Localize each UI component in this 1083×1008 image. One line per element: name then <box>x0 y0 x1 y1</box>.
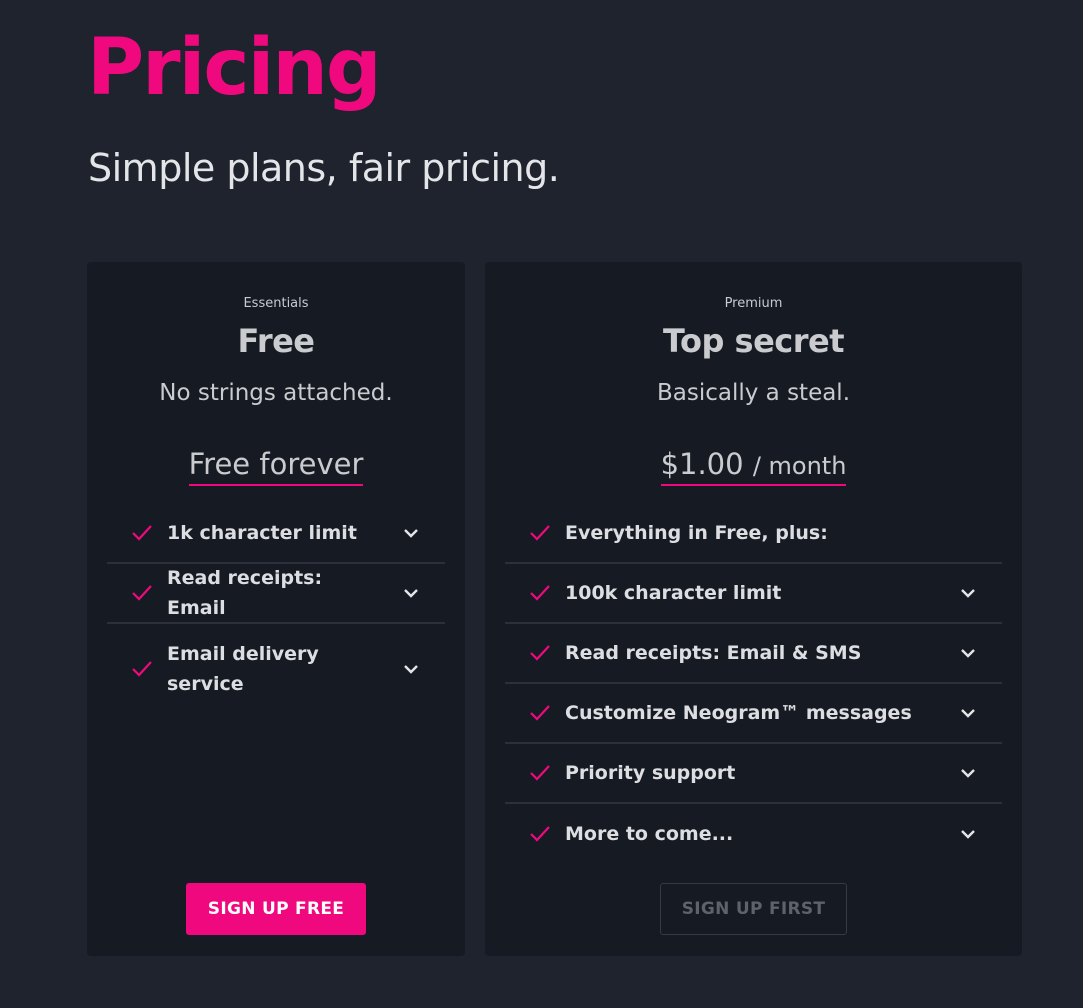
check-icon <box>530 525 550 541</box>
feature-label: 100k character limit <box>565 582 782 604</box>
check-icon <box>530 705 550 721</box>
feature-item[interactable]: 1k character limit <box>107 504 445 564</box>
chevron-down-icon[interactable] <box>403 664 419 674</box>
check-icon <box>530 645 550 661</box>
check-icon <box>530 585 550 601</box>
plan-price: $1.00 / month <box>660 447 847 486</box>
feature-list: 1k character limit Read receipts: Email … <box>107 504 445 714</box>
chevron-down-icon[interactable] <box>960 648 976 658</box>
page-subtitle: Simple plans, fair pricing. <box>88 146 560 190</box>
feature-label: 1k character limit <box>167 522 357 544</box>
check-icon <box>132 661 152 677</box>
feature-label: Read receipts: Email & SMS <box>565 642 862 664</box>
check-icon <box>530 826 550 842</box>
chevron-down-icon[interactable] <box>960 588 976 598</box>
feature-label: Read receipts: Email <box>167 567 323 619</box>
feature-item[interactable]: 100k character limit <box>505 564 1002 624</box>
check-icon <box>132 585 152 601</box>
pricing-page: Pricing Simple plans, fair pricing. Esse… <box>0 0 1083 1008</box>
chevron-down-icon[interactable] <box>960 829 976 839</box>
plan-tagline: No strings attached. <box>159 380 393 406</box>
plan-card-free: Essentials Free No strings attached. Fre… <box>87 262 465 956</box>
plan-price: Free forever <box>188 447 364 486</box>
plan-name: Free <box>237 322 316 360</box>
feature-list: Everything in Free, plus: 100k character… <box>505 504 1002 864</box>
sign-up-first-button[interactable]: SIGN UP FIRST <box>660 883 847 935</box>
plan-card-premium: Premium Top secret Basically a steal. $1… <box>485 262 1022 956</box>
plan-tier-label: Premium <box>724 296 783 311</box>
chevron-down-icon[interactable] <box>403 528 419 538</box>
feature-item[interactable]: More to come... <box>505 804 1002 864</box>
feature-item[interactable]: Priority support <box>505 744 1002 804</box>
plan-name: Top secret <box>662 322 845 360</box>
page-title: Pricing <box>87 23 382 113</box>
check-icon <box>132 525 152 541</box>
feature-item[interactable]: Customize Neogram™ messages <box>505 684 1002 744</box>
price-period: / month <box>752 452 847 480</box>
feature-item: Everything in Free, plus: <box>505 504 1002 564</box>
chevron-down-icon[interactable] <box>960 708 976 718</box>
check-icon <box>530 765 550 781</box>
feature-item[interactable]: Read receipts: Email <box>107 564 445 624</box>
feature-label: Email delivery service <box>167 643 319 695</box>
plan-tagline: Basically a steal. <box>656 380 851 406</box>
feature-item[interactable]: Email delivery service <box>107 624 445 714</box>
feature-label: Everything in Free, plus: <box>565 522 828 544</box>
plan-tier-label: Essentials <box>243 296 309 311</box>
chevron-down-icon[interactable] <box>403 588 419 598</box>
feature-item[interactable]: Read receipts: Email & SMS <box>505 624 1002 684</box>
feature-label: Priority support <box>565 762 736 784</box>
feature-label: Customize Neogram™ messages <box>565 702 912 724</box>
chevron-down-icon[interactable] <box>960 768 976 778</box>
sign-up-free-button[interactable]: SIGN UP FREE <box>186 883 366 935</box>
feature-label: More to come... <box>565 823 734 845</box>
